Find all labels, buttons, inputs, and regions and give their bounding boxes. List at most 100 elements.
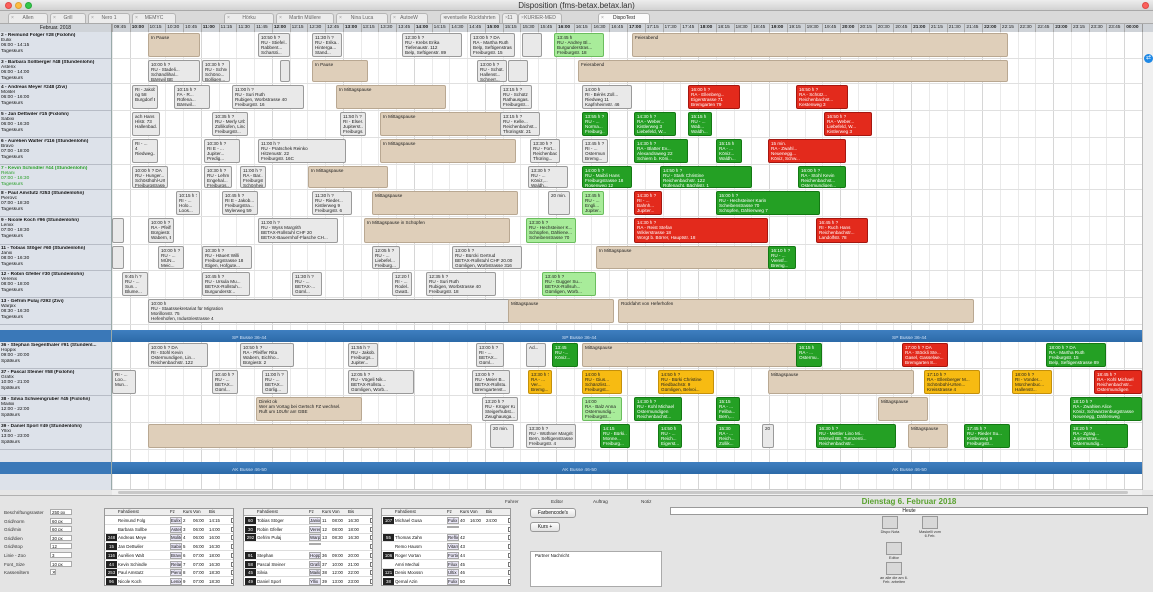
schedule-block[interactable]: 20 min.	[548, 191, 570, 215]
schedule-block[interactable]: 13:30 h ? RA - ... Ver... Bremg...	[528, 370, 552, 394]
setting-input[interactable]: 60 px	[50, 517, 72, 524]
schedule-block[interactable]: 13:55 h ? RU - ... Norma... Freiburg...	[582, 112, 608, 136]
schedule-block[interactable]: 13:45 RU -... Köniz...	[552, 343, 578, 367]
schedule-block[interactable]: In Mittagspause	[380, 112, 516, 136]
driver-row[interactable]: 4 - Andreas Meyer #248 (Zivi) Molitel 06:0…	[0, 84, 111, 111]
row-checkbox[interactable]	[231, 535, 233, 541]
setting-input[interactable]: 250 px	[50, 509, 72, 515]
setting-input[interactable]: 30 px	[50, 534, 72, 541]
tab-8[interactable]: × eventuelle Rückfahrten	[440, 13, 500, 23]
fahrdienst-row[interactable]: 116 Aurélien Walt Bravo 6 07:00 18:00	[105, 551, 233, 560]
schedule-block[interactable]: 14:15 RU - Bürki... Monne... Freiburg...	[600, 424, 630, 448]
schedule-block[interactable]: 11:00 h ?RA - Bar...Freiburgstr...Schönh…	[240, 166, 266, 188]
fahrdienst-row[interactable]: 30Robin Gfeller Verenix12 08:00 18:00	[244, 525, 372, 534]
row-checkbox[interactable]	[370, 544, 372, 550]
schedule-block[interactable]: 12:35 h ? RU - Suri Ruth Rubigen, Worbstra…	[426, 272, 496, 296]
cell-fz[interactable]: Warpix	[309, 534, 321, 542]
setting-input[interactable]: 3	[50, 552, 72, 558]
schedule-block[interactable]: 17:45 h ? RU - Rieder Su... Kistlerweg 9 Fr…	[964, 424, 1010, 448]
setting-input[interactable]: 12	[50, 543, 72, 550]
row-checkbox[interactable]	[370, 552, 372, 558]
schedule-block[interactable]: In Mittagspause in Schüpfen	[364, 218, 510, 243]
schedule-block[interactable]: 17:00 h ? DA RA - Stöckli Ste... Gasel, Ga…	[902, 343, 948, 367]
cell-fz[interactable]: Eulix	[170, 517, 182, 524]
schedule-block[interactable]: 18:10 h ? RA - Zwahlen Alice Köniz, Schwar…	[1070, 397, 1142, 421]
fahrdienst-row[interactable]: Reimund Folg Eulix 2 06:00 14:15	[105, 517, 233, 525]
row-checkbox[interactable]	[231, 544, 233, 550]
schedule-block[interactable]: 14:50 h ? RU - Stark Christine Reichenbach…	[660, 166, 752, 188]
schedule-block[interactable]: 15 min. RA - Zwahl... Neuenegg... Köniz, Sc…	[768, 139, 846, 163]
tool-icon[interactable]	[882, 516, 898, 529]
schedule-block[interactable]: RI - ... 4 Riedweg...	[132, 139, 158, 163]
schedule-block[interactable]: RI - Jakob...ng 58Burgdorf BE	[132, 85, 158, 109]
schedule-block[interactable]: 10:00 h ? RU - Stadeli... Schändlihal... Bä…	[148, 60, 200, 82]
fahrdienst-row[interactable]: 45 Silvia Mailix 38 12:00 22:00	[244, 569, 372, 578]
tab-10[interactable]: × KURIER-MED	[518, 13, 562, 23]
schedule-block[interactable]: 18:20 h ? RA - Zgrag... Jupiterstras... Ost…	[1070, 424, 1128, 448]
row-checkbox[interactable]	[508, 535, 510, 541]
tab-2[interactable]: × Nero 1	[88, 13, 130, 23]
fahrdienst-row[interactable]: 91Stephan Hoppix36 09:00 20:00	[244, 551, 372, 560]
schedule-block[interactable]: Feierabend	[632, 33, 1008, 57]
cell-fz[interactable]: Filux	[447, 560, 459, 568]
cell-fz[interactable]: Verenix	[309, 525, 321, 533]
schedule-block[interactable]: 11:50 h ?RI - Elser...Jupiterst...Freibu…	[340, 112, 366, 136]
schedule-block[interactable]: In Pause	[148, 33, 200, 57]
cell-fz[interactable]: Lenix	[170, 577, 182, 585]
schedule-block[interactable]: 13:15 h ? RU - Schütz Rathausgas... Freibur…	[500, 85, 532, 109]
schedule-block[interactable]: 10:00 h ? RU - ... MÜN... Meic...	[158, 246, 184, 269]
schedule-block[interactable]: In Mittagspause	[336, 85, 446, 109]
cell-fz[interactable]: Fulix	[447, 577, 459, 585]
schedule-block[interactable]: 20 min.	[762, 424, 774, 448]
row-checkbox[interactable]	[370, 578, 372, 584]
cell-fz[interactable]: Mailix	[309, 569, 321, 577]
schedule-block[interactable]: 10:45 h ? RU - Ursula Mu... BETAX-Rollstuh…	[202, 272, 250, 296]
schedule-block[interactable]: 13:00 h ? RI - ... BETAX... Güml...	[476, 343, 504, 367]
cell-fz[interactable]: Reflix	[447, 534, 459, 542]
tab-3[interactable]: × MEMYC	[132, 13, 176, 23]
row-checkbox[interactable]	[231, 552, 233, 558]
fahrdienst-row[interactable]	[382, 525, 510, 534]
tab-4[interactable]: × Hörku	[224, 13, 274, 23]
fahrdienst-row[interactable]: 49 Daniel Sporl Yllix 39 13:00 23:00	[244, 577, 372, 585]
schedule-block[interactable]: 16:50 h ? RA - Schütz... Reichenbachst... K…	[796, 85, 848, 109]
schedule-block[interactable]: 12:05 h ? RU - Vögeli Nik... BETAX-Rollstu…	[348, 370, 414, 394]
schedule-block[interactable]: 16:10 h ? RU - ... Viensf... Bremg...	[768, 246, 796, 269]
schedule-block[interactable]: 10:00 h RU - Staatssekretariat für Migrat…	[148, 299, 510, 323]
row-checkbox[interactable]	[508, 544, 510, 550]
schedule-block[interactable]: 10:50 h ? RA - Pfeiffer Rita Wabern, Eichh…	[240, 343, 294, 367]
schedule-block[interactable]: 10:30 h ?RU - Schnö...Schöno...Bolligen.…	[202, 60, 230, 82]
schedule-block[interactable]: 13:45 h ?RI - ...Ostermun...Bremg...	[582, 139, 608, 163]
row-checkbox[interactable]	[508, 561, 510, 567]
schedule-block[interactable]: 10:30 h ?RU - Lehm...Engehal...Freiburgs…	[204, 166, 232, 188]
cell-fz[interactable]: Yllix	[309, 577, 321, 585]
scroll-thumb[interactable]	[118, 491, 1128, 494]
fahrdienst-row[interactable]: 248 Andreas Meye Molite 4 06:00 16:00	[105, 534, 233, 543]
tab-7[interactable]: × AutoeW	[390, 13, 428, 23]
schedule-block[interactable]: ach HansHlstr. 73Hallenbad...	[132, 112, 160, 136]
schedule-block[interactable]: 12:05 h ? RU - ... Liebefel... Freiburg...	[372, 246, 400, 269]
schedule-block[interactable]: 14:30 h ? RU - Kohl Michael Ostermundigen R…	[634, 397, 682, 421]
schedule-block[interactable]: 13:30 h ? RU - ... Köniz,... Waldh...	[528, 166, 568, 188]
schedule-block[interactable]: Direkt ok Wer am Vortag bei Gertsch FZ we…	[256, 397, 362, 421]
schedule-block[interactable]: 10:15 h ? FA - R... Rüfena... Bärswil...	[174, 85, 210, 109]
schedule-block[interactable]: 14:50 h RU - ... Reich... Eigerst...	[658, 424, 682, 448]
setting-input[interactable]: 10 px	[50, 560, 72, 567]
schedule-block[interactable]: 13:15 h ? RU - Kelle... Reichenbachst... Th…	[500, 112, 540, 136]
schedule-block[interactable]: 17:10 h ? RA - Ellenberger M... Schönbühl-…	[924, 370, 980, 394]
driver-row[interactable]: 13 - Gefrim Pulaj #292 (Zivi) Warpix 08:30…	[0, 298, 111, 325]
schedule-block[interactable]: 13:00 h ? RU - Bürcki Gertrud BETAX-Rollst…	[452, 246, 522, 269]
schedule-block[interactable]: Mittagspause	[768, 370, 914, 394]
schedule-block[interactable]: 11:30 h ? RU - Rieder... Kistlerweg 9 Freib…	[312, 191, 352, 215]
schedule-block[interactable]: 20 min.	[490, 424, 514, 448]
schedule-block[interactable]: 11:00 h ? RU - Suri Ruth Rubigen, Worbstra…	[232, 85, 304, 109]
row-checkbox[interactable]	[508, 518, 510, 523]
fahrdienst-panel[interactable]: Fahrdienst Fz Kurs Von Bis 60 Tobias Stöger Jan…	[243, 508, 373, 586]
schedule-block[interactable]: 13:00 h ? RU - Schüt... Hallenst... Schnerr…	[477, 60, 507, 82]
tab-5[interactable]: × Martin Müllere	[276, 13, 334, 23]
driver-row[interactable]: 37 - Pascal Steiner #58 (Fixlohn) Grafix 1…	[0, 369, 111, 396]
driver-row[interactable]: 8 - Paul Amstutz #253 (Stundenlohn) Piero…	[0, 190, 111, 217]
fahrdienst-row[interactable]: 253Paul Amstutz Pierov8 07:00 18:30	[105, 569, 233, 578]
schedule-block[interactable]: 10:45 h ? RI E - Jakob... Freiburgstra... W…	[222, 191, 258, 215]
fahrdienst-row[interactable]	[244, 543, 372, 552]
